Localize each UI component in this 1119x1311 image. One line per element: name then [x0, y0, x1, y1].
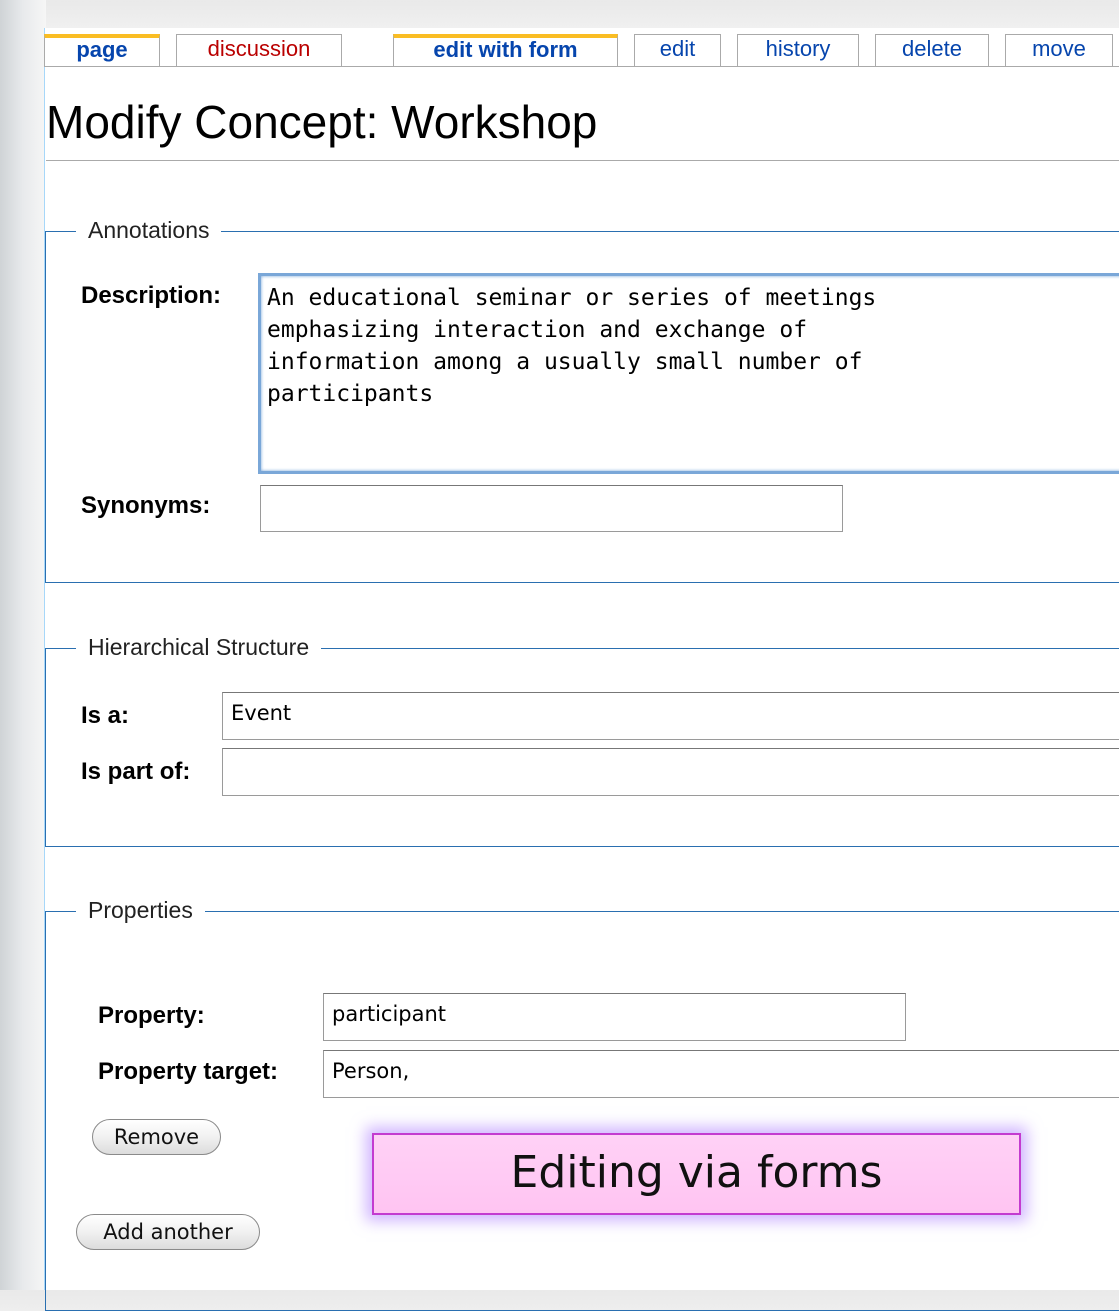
remove-button[interactable]: Remove — [92, 1119, 221, 1155]
is-a-label: Is a: — [81, 702, 130, 729]
tab-history[interactable]: history — [737, 34, 859, 66]
synonyms-label: Synonyms: — [81, 492, 211, 519]
description-label: Description: — [81, 282, 222, 309]
properties-legend: Properties — [76, 897, 205, 924]
hierarchy-legend: Hierarchical Structure — [76, 634, 322, 661]
editing-via-forms-callout: Editing via forms — [372, 1133, 1021, 1215]
property-target-label: Property target: — [98, 1058, 279, 1085]
property-target-input[interactable]: Person, — [323, 1050, 1119, 1098]
page-title: Modify Concept: Workshop — [46, 96, 598, 148]
synonyms-input[interactable] — [260, 485, 843, 532]
tab-delete[interactable]: delete — [875, 34, 989, 66]
tab-page[interactable]: page — [44, 34, 160, 66]
tab-edit[interactable]: edit — [634, 34, 721, 66]
description-textarea[interactable]: An educational seminar or series of meet… — [258, 273, 1119, 474]
is-part-of-input[interactable] — [222, 748, 1119, 796]
is-a-input[interactable]: Event — [222, 692, 1119, 740]
tab-discussion[interactable]: discussion — [176, 34, 342, 66]
title-divider — [46, 160, 1119, 161]
property-label: Property: — [98, 1002, 205, 1029]
annotations-legend: Annotations — [76, 217, 222, 244]
tab-move[interactable]: move — [1005, 34, 1113, 66]
background-shade — [0, 0, 46, 1290]
is-part-of-label: Is part of: — [81, 758, 191, 785]
tab-edit-with-form[interactable]: edit with form — [393, 34, 618, 66]
tab-baseline — [44, 66, 1119, 67]
property-input[interactable]: participant — [323, 993, 906, 1041]
add-another-button[interactable]: Add another — [76, 1214, 260, 1250]
